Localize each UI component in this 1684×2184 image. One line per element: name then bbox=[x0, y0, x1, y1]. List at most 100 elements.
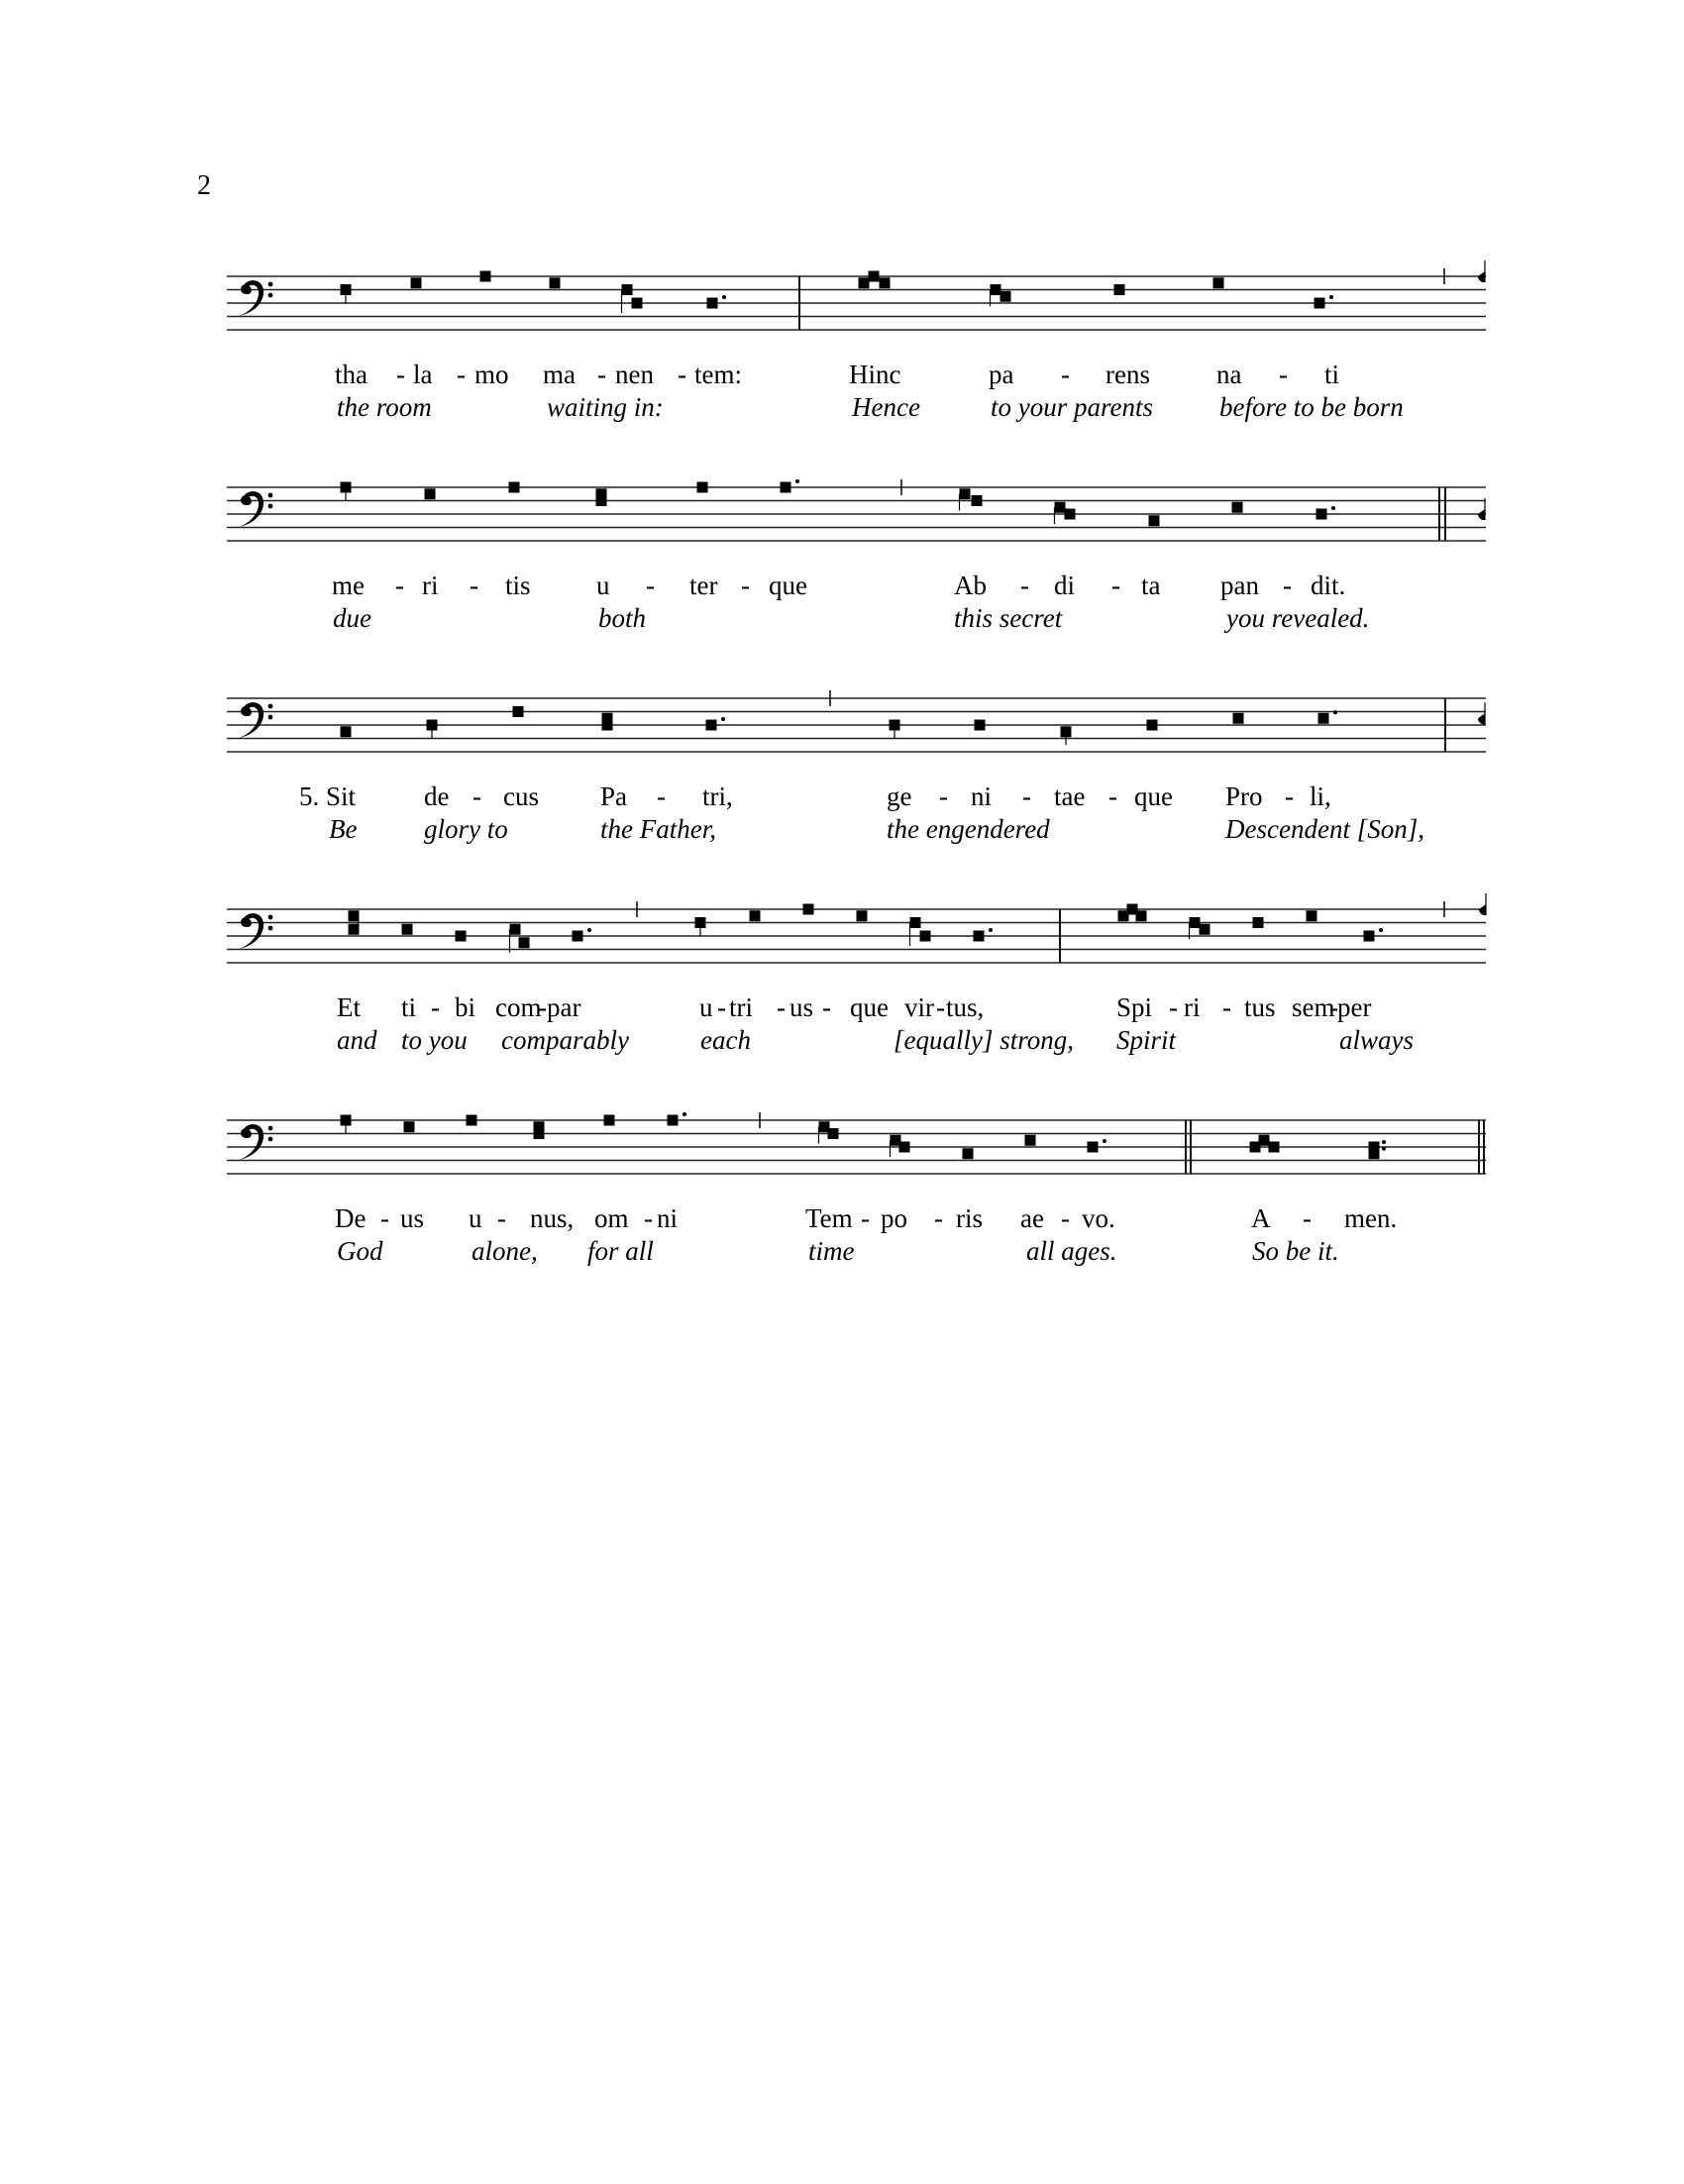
neume-square bbox=[603, 1114, 615, 1126]
neume-square bbox=[403, 1121, 415, 1133]
lyric-syllable: Ab bbox=[954, 571, 987, 600]
syllable-hyphen: - bbox=[1169, 992, 1178, 1022]
neume-square bbox=[1189, 917, 1201, 928]
syllable-hyphen: - bbox=[473, 781, 481, 811]
neume-square bbox=[696, 481, 708, 493]
translation-text: to your parents bbox=[991, 392, 1153, 422]
neume-square bbox=[533, 1121, 545, 1133]
neume-square bbox=[340, 481, 352, 493]
rhythmic-dot bbox=[721, 717, 725, 721]
neume-punctum bbox=[1024, 1134, 1036, 1146]
lyric-syllable: que bbox=[1134, 781, 1173, 811]
neume-punctum bbox=[696, 481, 708, 493]
neume-square bbox=[706, 297, 718, 309]
chant-score: tha - la - mo ma - nen - tem: Hinc pa - rens na - tithe … bbox=[227, 260, 1487, 1266]
neume-square bbox=[424, 488, 436, 500]
clef-dot bbox=[267, 914, 273, 920]
translation-text: all ages. bbox=[1026, 1236, 1117, 1266]
clef-head bbox=[241, 706, 251, 716]
neume-square bbox=[1087, 1141, 1099, 1153]
lyric-syllable: pa bbox=[989, 360, 1014, 389]
translation-text: waiting in: bbox=[547, 392, 664, 422]
neume-square bbox=[1199, 923, 1210, 935]
neume-punctum bbox=[962, 1148, 974, 1160]
neume-square bbox=[802, 903, 814, 915]
syllable-hyphen: - bbox=[395, 571, 404, 600]
neume-square bbox=[827, 1128, 839, 1139]
neume-punctum bbox=[1252, 917, 1264, 928]
custos-head bbox=[1478, 904, 1486, 916]
neume-square bbox=[780, 481, 791, 493]
neume-square bbox=[401, 923, 413, 935]
rhythmic-dot bbox=[1329, 295, 1333, 299]
neume-punctum bbox=[667, 1112, 686, 1126]
neume-square bbox=[348, 910, 360, 922]
neume-square bbox=[479, 270, 491, 282]
neume-punctum bbox=[1113, 284, 1125, 295]
lyric-syllable: de bbox=[424, 781, 450, 811]
neume-punctum bbox=[508, 481, 520, 493]
neume-square bbox=[601, 712, 613, 724]
neume-punctum bbox=[1363, 928, 1383, 942]
syllable-hyphen: - bbox=[717, 992, 726, 1022]
clef-dot bbox=[267, 492, 273, 498]
lyric-syllable: pan bbox=[1220, 571, 1259, 600]
lyric-syllable: me bbox=[332, 571, 365, 600]
translation-text: alone, bbox=[472, 1236, 538, 1266]
syllable-hyphen: - bbox=[1279, 360, 1288, 389]
lyric-syllable: Pa bbox=[600, 781, 627, 811]
syllable-hyphen: - bbox=[934, 1203, 943, 1233]
neume-punctum bbox=[340, 481, 352, 501]
neume-square bbox=[889, 719, 900, 731]
custos-icon bbox=[1477, 702, 1486, 725]
neume-square bbox=[667, 1114, 679, 1126]
neume-square bbox=[595, 488, 607, 500]
neume-clivis bbox=[908, 917, 931, 946]
custos-head bbox=[1477, 509, 1485, 521]
neume-torculus bbox=[858, 270, 891, 289]
custos-icon bbox=[1477, 498, 1486, 521]
neume-punctum bbox=[340, 1114, 352, 1134]
translation-text: always bbox=[1339, 1025, 1414, 1055]
syllable-hyphen: - bbox=[1020, 571, 1029, 600]
lyric-syllable: ri bbox=[1184, 992, 1201, 1022]
neume-square bbox=[971, 495, 983, 506]
translation-text: God bbox=[337, 1236, 383, 1266]
lyric-syllable: vir bbox=[904, 992, 934, 1022]
neume-square bbox=[340, 1114, 352, 1126]
translation-text: time bbox=[808, 1236, 855, 1266]
lyric-syllable: di bbox=[1054, 571, 1075, 600]
translation-text: each bbox=[700, 1025, 751, 1055]
lyric-syllable: Hinc bbox=[849, 360, 901, 389]
translation-text: due bbox=[333, 603, 371, 633]
neume-punctum bbox=[856, 910, 868, 922]
neume-punctum bbox=[340, 284, 352, 303]
neume-clivis bbox=[889, 1134, 910, 1157]
custos-icon bbox=[1478, 893, 1487, 916]
bass-clef-icon bbox=[239, 913, 273, 949]
neume-square bbox=[1054, 501, 1066, 513]
syllable-hyphen: - bbox=[1108, 781, 1117, 811]
syllable-hyphen: - bbox=[939, 781, 948, 811]
bass-clef-icon bbox=[239, 491, 273, 527]
staff-system-4: Et ti - bi com-par u - tri - us - que vir - tus, Spi - ri… bbox=[227, 893, 1487, 1055]
neume-punctum bbox=[401, 923, 413, 935]
rhythmic-dot bbox=[1379, 928, 1383, 932]
lyric-syllable: tri, bbox=[702, 781, 733, 811]
syllable-hyphen: - bbox=[822, 992, 831, 1022]
clef-head bbox=[241, 1128, 251, 1138]
neume-square bbox=[1148, 515, 1160, 527]
syllable-hyphen: - bbox=[1222, 992, 1231, 1022]
lyric-syllable: us bbox=[400, 1203, 424, 1233]
syllable-hyphen: - bbox=[861, 1203, 870, 1233]
neume-punctum bbox=[973, 928, 993, 942]
neume-square bbox=[1252, 917, 1264, 928]
neume-square bbox=[856, 910, 868, 922]
neume-pes bbox=[595, 488, 607, 506]
translation-text: Descendent [Son], bbox=[1224, 814, 1424, 844]
neume-square bbox=[1231, 501, 1243, 513]
lyric-syllable: u bbox=[596, 571, 610, 600]
lyric-syllable: tus bbox=[1244, 992, 1276, 1022]
syllable-hyphen: - bbox=[1283, 571, 1292, 600]
neume-punctum bbox=[802, 903, 814, 915]
